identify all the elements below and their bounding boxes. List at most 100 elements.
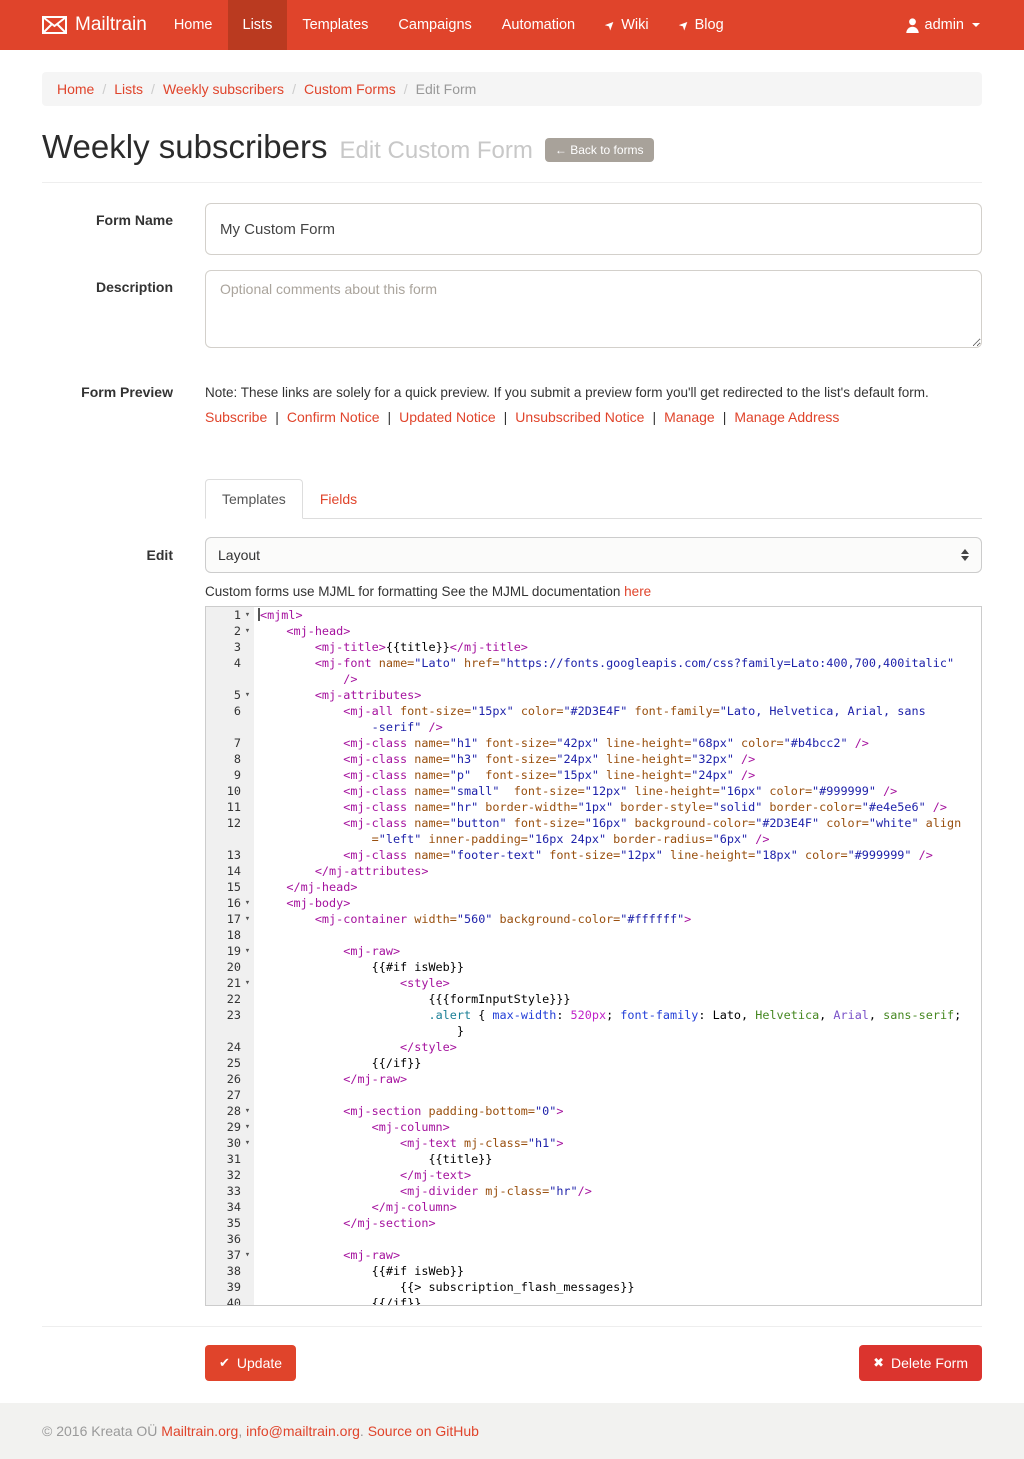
- breadcrumb: HomeListsWeekly subscribersCustom FormsE…: [42, 72, 982, 106]
- description-row: Description: [42, 270, 982, 353]
- breadcrumb-item-weekly-subscribers[interactable]: Weekly subscribers: [143, 81, 284, 97]
- nav-item-automation[interactable]: Automation: [487, 0, 590, 50]
- fold-toggle-icon[interactable]: ▾: [241, 1135, 254, 1151]
- line-number-gutter: 31: [206, 1151, 254, 1167]
- code-line: ="left" inner-padding="16px 24px" border…: [206, 831, 981, 847]
- fold-toggle-icon[interactable]: ▾: [241, 687, 254, 703]
- code-line: 15 </mj-head>: [206, 879, 981, 895]
- code-line: 32 </mj-text>: [206, 1167, 981, 1183]
- delete-form-button[interactable]: ✖ Delete Form: [859, 1345, 982, 1381]
- edit-template-select[interactable]: Layout: [205, 537, 982, 573]
- fold-toggle-icon[interactable]: ▾: [241, 895, 254, 911]
- footer-copyright: ,: [238, 1423, 246, 1439]
- fold-toggle-icon[interactable]: ▾: [241, 1247, 254, 1263]
- footer-link-mailtrain-org[interactable]: Mailtrain.org: [161, 1423, 238, 1439]
- paper-plane-icon: ➤: [602, 17, 618, 33]
- nav-item-home[interactable]: Home: [159, 0, 228, 50]
- footer-copyright: © 2016 Kreata OÜ: [42, 1423, 161, 1439]
- nav-item-label: Templates: [302, 17, 368, 33]
- fold-toggle-icon[interactable]: ▾: [241, 607, 254, 623]
- code-line: 24 </style>: [206, 1039, 981, 1055]
- code-line: }: [206, 1023, 981, 1039]
- fold-toggle-icon[interactable]: ▾: [241, 623, 254, 639]
- paper-plane-icon: ➤: [676, 17, 692, 33]
- code-line: 27: [206, 1087, 981, 1103]
- brand-logo[interactable]: Mailtrain: [42, 0, 159, 50]
- code-line: 23 .alert { max-width: 520px; font-famil…: [206, 1007, 981, 1023]
- code-editor[interactable]: 1▾<mjml>2▾ <mj-head>3 <mj-title>{{title}…: [205, 606, 982, 1306]
- check-icon: ✔: [219, 1355, 230, 1371]
- preview-link-manage[interactable]: Manage: [644, 409, 714, 425]
- preview-link-manage-address[interactable]: Manage Address: [715, 409, 840, 425]
- preview-note: Note: These links are solely for a quick…: [205, 377, 982, 400]
- code-line: 31 {{title}}: [206, 1151, 981, 1167]
- code-line: 21▾ <style>: [206, 975, 981, 991]
- user-menu[interactable]: admin: [904, 0, 983, 50]
- code-line: 4 <mj-font name="Lato" href="https://fon…: [206, 655, 981, 671]
- nav-item-campaigns[interactable]: Campaigns: [383, 0, 486, 50]
- breadcrumb-item-custom-forms[interactable]: Custom Forms: [284, 81, 396, 97]
- line-number-gutter: 25: [206, 1055, 254, 1071]
- line-number-gutter: [206, 1023, 254, 1039]
- preview-link-updated-notice[interactable]: Updated Notice: [380, 409, 496, 425]
- brand-name: Mailtrain: [75, 14, 147, 36]
- fold-toggle-icon[interactable]: ▾: [241, 1119, 254, 1135]
- code-line: 8 <mj-class name="h3" font-size="24px" l…: [206, 751, 981, 767]
- fold-toggle-icon[interactable]: ▾: [241, 1103, 254, 1119]
- preview-link-unsubscribed-notice[interactable]: Unsubscribed Notice: [496, 409, 645, 425]
- line-number-gutter: 17▾: [206, 911, 254, 927]
- footer-text: © 2016 Kreata OÜ Mailtrain.org, info@mai…: [42, 1423, 982, 1439]
- line-number-gutter: 8: [206, 751, 254, 767]
- breadcrumb-item-lists[interactable]: Lists: [94, 81, 143, 97]
- x-icon: ✖: [873, 1355, 884, 1371]
- back-to-forms-button[interactable]: ← Back to forms: [545, 138, 654, 162]
- breadcrumb-item-home[interactable]: Home: [57, 81, 94, 97]
- line-number-gutter: 20: [206, 959, 254, 975]
- code-line: 36: [206, 1231, 981, 1247]
- fold-toggle-icon[interactable]: ▾: [241, 943, 254, 959]
- line-number-gutter: 7: [206, 735, 254, 751]
- update-button[interactable]: ✔Update: [205, 1345, 296, 1381]
- page-header: Weekly subscribers Edit Custom Form ← Ba…: [42, 128, 982, 166]
- nav-item-lists[interactable]: Lists: [228, 0, 288, 50]
- form-name-row: Form Name: [42, 203, 982, 255]
- select-arrows-icon: [961, 549, 969, 561]
- code-line: />: [206, 671, 981, 687]
- footer-link-source-on-github[interactable]: Source on GitHub: [368, 1423, 479, 1439]
- code-line: 39 {{> subscription_flash_messages}}: [206, 1279, 981, 1295]
- line-number-gutter: 4: [206, 655, 254, 671]
- line-number-gutter: 35: [206, 1215, 254, 1231]
- page-title: Weekly subscribers: [42, 128, 327, 166]
- fold-toggle-icon[interactable]: ▾: [241, 975, 254, 991]
- line-number-gutter: 29▾: [206, 1119, 254, 1135]
- nav-item-templates[interactable]: Templates: [287, 0, 383, 50]
- line-number-gutter: 13: [206, 847, 254, 863]
- nav-item-wiki[interactable]: ➤Wiki: [590, 0, 663, 50]
- description-label: Description: [42, 270, 173, 353]
- line-number-gutter: 21▾: [206, 975, 254, 991]
- code-line: 3 <mj-title>{{title}}</mj-title>: [206, 639, 981, 655]
- preview-link-confirm-notice[interactable]: Confirm Notice: [267, 409, 379, 425]
- line-number-gutter: 19▾: [206, 943, 254, 959]
- delete-form-label: Delete Form: [891, 1355, 968, 1371]
- preview-links: SubscribeConfirm NoticeUpdated NoticeUns…: [205, 409, 982, 425]
- nav-item-blog[interactable]: ➤Blog: [664, 0, 739, 50]
- line-number-gutter: 6: [206, 703, 254, 719]
- tab-fields[interactable]: Fields: [303, 479, 374, 519]
- code-line: 17▾ <mj-container width="560" background…: [206, 911, 981, 927]
- preview-link-subscribe[interactable]: Subscribe: [205, 409, 267, 425]
- line-number-gutter: 15: [206, 879, 254, 895]
- line-number-gutter: 12: [206, 815, 254, 831]
- code-line: 12 <mj-class name="button" font-size="16…: [206, 815, 981, 831]
- line-number-gutter: [206, 719, 254, 735]
- code-line: 40 {{/if}}: [206, 1295, 981, 1306]
- footer-link-info-mailtrain-org[interactable]: info@mailtrain.org: [246, 1423, 360, 1439]
- tab-templates[interactable]: Templates: [205, 479, 303, 519]
- mjml-doc-link[interactable]: here: [624, 584, 651, 599]
- fold-toggle-icon[interactable]: ▾: [241, 911, 254, 927]
- code-line: 34 </mj-column>: [206, 1199, 981, 1215]
- line-number-gutter: 16▾: [206, 895, 254, 911]
- description-textarea[interactable]: [205, 270, 982, 348]
- line-number-gutter: 10: [206, 783, 254, 799]
- form-name-input[interactable]: [205, 203, 982, 255]
